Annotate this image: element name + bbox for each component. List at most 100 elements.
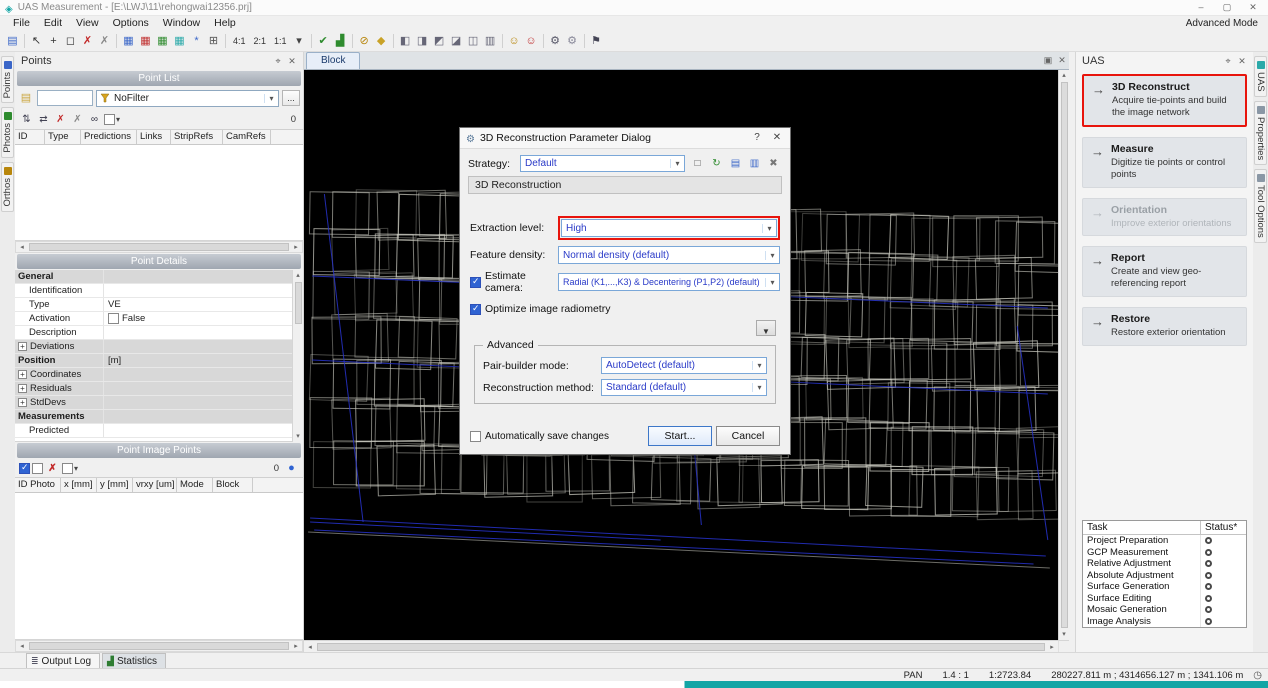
strategy-select[interactable]: Default	[520, 155, 685, 172]
reconstruction-method-select[interactable]: Standard (default)	[601, 379, 767, 396]
scroll-left-icon[interactable]	[304, 643, 316, 651]
close-view-icon[interactable]	[1055, 54, 1069, 67]
uas-panel-titlebar[interactable]: UAS	[1076, 52, 1253, 70]
flag-icon[interactable]: ⚑	[588, 32, 605, 49]
scroll-thumb[interactable]	[29, 243, 289, 251]
column-header-camrefs[interactable]: CamRefs	[223, 130, 271, 144]
column-header-block[interactable]: Block	[213, 478, 253, 492]
star-icon[interactable]: *	[188, 32, 205, 49]
column-header-id[interactable]: ID	[15, 130, 45, 144]
scroll-up-icon[interactable]	[1062, 70, 1066, 81]
apply-check-icon[interactable]: ✔	[315, 32, 332, 49]
column-header-mode[interactable]: Mode	[177, 478, 213, 492]
dock-tab-points[interactable]: Points	[1, 56, 14, 103]
new-strategy-icon[interactable]: □	[689, 155, 706, 172]
save-strategy-icon[interactable]: ▤	[727, 155, 744, 172]
pan-icon[interactable]: +	[45, 32, 62, 49]
column-header-x-mm-[interactable]: x [mm]	[61, 478, 97, 492]
table-red-icon[interactable]: ▦	[137, 32, 154, 49]
activation-checkbox[interactable]	[108, 313, 119, 324]
cancel-button[interactable]: Cancel	[716, 426, 780, 446]
pin-icon[interactable]	[271, 55, 285, 68]
menu-edit[interactable]: Edit	[37, 17, 69, 29]
expander-button[interactable]	[756, 320, 776, 336]
start-button[interactable]: Start...	[648, 426, 712, 446]
close-icon[interactable]	[1240, 0, 1266, 15]
person-add-icon[interactable]: ☺	[506, 32, 523, 49]
find-icon[interactable]: ∞	[87, 112, 102, 127]
detail-row-position[interactable]: Position[m]	[15, 354, 292, 368]
feature-density-select[interactable]: Normal density (default)	[558, 246, 780, 264]
optimize-radiometry-checkbox[interactable]	[470, 304, 481, 315]
column-header-type[interactable]: Type	[45, 130, 81, 144]
zoom-menu-icon[interactable]: ▾	[291, 32, 308, 49]
image-points-hscrollbar[interactable]	[15, 640, 303, 652]
table-teal-icon[interactable]: ▦	[171, 32, 188, 49]
point-list-table[interactable]	[15, 145, 303, 241]
dialog-titlebar[interactable]: 3D Reconstruction Parameter Dialog ?	[460, 128, 790, 149]
image-points-checkbox[interactable]	[62, 463, 73, 474]
title-bar[interactable]: UAS Measurement - [E:\LWJ\11\rehongwai12…	[0, 0, 1268, 16]
show-measured-checkbox[interactable]	[19, 463, 30, 474]
scroll-left-icon[interactable]	[16, 642, 28, 650]
person-del-icon[interactable]: ☺	[523, 32, 540, 49]
column-header-striprefs[interactable]: StripRefs	[171, 130, 223, 144]
reload-strategy-icon[interactable]: ↻	[708, 155, 725, 172]
close-panel-icon[interactable]	[285, 55, 299, 68]
menu-file[interactable]: File	[6, 17, 37, 29]
delete-measurement-icon[interactable]: ✗	[45, 461, 60, 476]
expand-icon[interactable]: +	[18, 370, 27, 379]
scroll-right-icon[interactable]	[1046, 643, 1058, 651]
detail-row-general[interactable]: General	[15, 270, 292, 284]
detail-row-description[interactable]: Description	[15, 326, 292, 340]
action-orientation[interactable]: →OrientationImprove exterior orientation…	[1082, 198, 1247, 237]
swap-icon[interactable]: ⇄	[36, 112, 51, 127]
scroll-left-icon[interactable]	[16, 243, 28, 251]
scroll-right-icon[interactable]	[290, 243, 302, 251]
action-3d-reconstruct[interactable]: →3D ReconstructAcquire tie-points and bu…	[1082, 74, 1247, 127]
gears-icon[interactable]: ⚙	[564, 32, 581, 49]
zoom-1-1-button[interactable]: 1:1	[270, 34, 291, 48]
zoom-window-icon[interactable]: ◻	[62, 32, 79, 49]
extraction-level-select[interactable]: High	[561, 219, 777, 237]
more-button[interactable]: ...	[282, 90, 300, 106]
pointer-icon[interactable]: ↖	[28, 32, 45, 49]
expand-icon[interactable]: +	[18, 398, 27, 407]
detail-row-measurements[interactable]: Measurements	[15, 410, 292, 424]
photo-top-icon[interactable]: ◩	[431, 32, 448, 49]
menu-view[interactable]: View	[69, 17, 106, 29]
maximize-icon[interactable]	[1214, 0, 1240, 15]
help-icon[interactable]: ?	[747, 130, 767, 146]
lock-icon[interactable]: ◆	[373, 32, 390, 49]
scroll-down-icon[interactable]	[1062, 629, 1066, 640]
image-points-dropdown[interactable]	[62, 463, 78, 474]
float-view-icon[interactable]	[1041, 54, 1055, 67]
column-header-predictions[interactable]: Predictions	[81, 130, 137, 144]
dock-tab-orthos[interactable]: Orthos	[1, 162, 14, 212]
point-list-edit-icon[interactable]: ▤	[18, 91, 34, 106]
points-panel-titlebar[interactable]: Points	[15, 52, 303, 70]
point-search-input[interactable]	[37, 90, 93, 106]
close-panel-icon[interactable]	[1235, 55, 1249, 68]
action-restore[interactable]: →RestoreRestore exterior orientation	[1082, 307, 1247, 346]
column-header-vrxy-um-[interactable]: vrxy [um]	[133, 478, 177, 492]
photo-right-icon[interactable]: ◨	[414, 32, 431, 49]
menu-help[interactable]: Help	[207, 17, 243, 29]
scroll-thumb[interactable]	[295, 282, 302, 324]
save-icon[interactable]: ▤	[4, 32, 21, 49]
show-predicted-checkbox[interactable]	[32, 463, 43, 474]
point-filter-select[interactable]: NoFilter	[96, 90, 279, 107]
pair-builder-select[interactable]: AutoDetect (default)	[601, 357, 767, 374]
action-measure[interactable]: →MeasureDigitize tie points or control p…	[1082, 137, 1247, 188]
detail-row-identification[interactable]: Identification	[15, 284, 292, 298]
scroll-right-icon[interactable]	[290, 642, 302, 650]
detail-row-activation[interactable]: ActivationFalse	[15, 312, 292, 326]
delete-strategy-icon[interactable]: ✖	[765, 155, 782, 172]
estimate-camera-checkbox[interactable]	[470, 277, 481, 288]
minimize-icon[interactable]	[1188, 0, 1214, 15]
viewport-hscrollbar[interactable]	[304, 640, 1058, 652]
saveas-strategy-icon[interactable]: ▥	[746, 155, 763, 172]
expand-icon[interactable]: +	[18, 384, 27, 393]
dock-tab-properties[interactable]: Properties	[1254, 101, 1267, 165]
link-icon[interactable]: ⊘	[356, 32, 373, 49]
